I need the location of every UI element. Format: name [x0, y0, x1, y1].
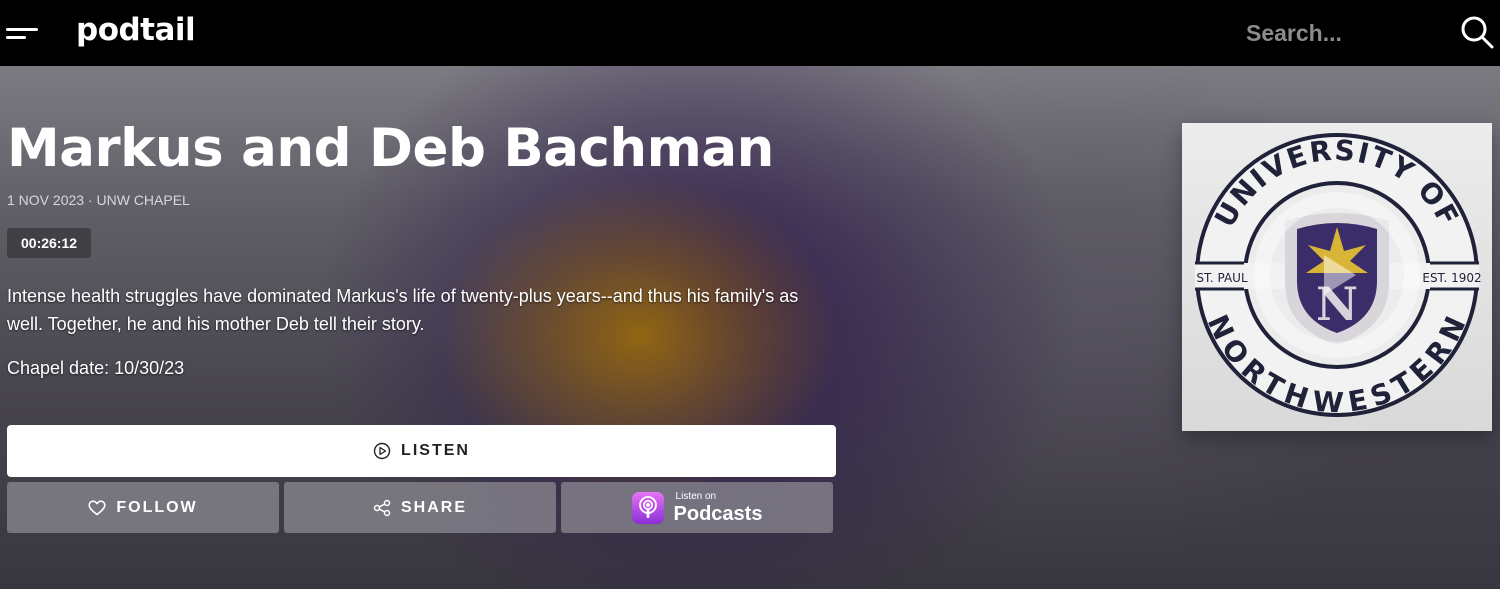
episode-meta: 1 NOV 2023 · UNW CHAPEL [7, 192, 190, 208]
menu-icon[interactable] [6, 26, 38, 42]
episode-description: Intense health struggles have dominated … [7, 286, 799, 334]
top-navigation-bar: podtail [0, 0, 1500, 66]
apple-podcasts-icon [631, 491, 664, 524]
chapel-date: Chapel date: 10/30/23 [7, 358, 185, 378]
play-circle-icon [373, 442, 391, 460]
duration-badge: 00:26:12 [7, 228, 92, 258]
episode-title: Markus and Deb Bachman [7, 118, 774, 179]
podcast-cover-art[interactable]: UNIVERSITY OF NORTHWESTERN ST. PAUL EST.… [1182, 123, 1492, 431]
apple-podcasts-small-label: Listen on [675, 490, 717, 502]
cover-left-text: ST. PAUL [1196, 271, 1248, 285]
follow-label: FOLLOW [116, 498, 198, 516]
cover-right-text: EST. 1902 [1422, 271, 1481, 285]
follow-button[interactable]: FOLLOW [7, 482, 279, 533]
search-input[interactable] [1238, 14, 1446, 52]
listen-button[interactable]: LISTEN [7, 425, 836, 477]
search-icon[interactable] [1460, 15, 1494, 49]
share-icon [373, 499, 391, 516]
share-button[interactable]: SHARE [284, 482, 556, 533]
apple-podcasts-big-label: Podcasts [673, 502, 763, 525]
podtail-logo[interactable]: podtail [76, 12, 196, 48]
share-label: SHARE [400, 498, 467, 516]
episode-hero: Markus and Deb Bachman 1 NOV 2023 · UNW … [0, 66, 1500, 589]
listen-label: LISTEN [401, 442, 470, 459]
apple-podcasts-button[interactable]: Listen on Podcasts [561, 482, 833, 533]
heart-icon [88, 499, 106, 515]
